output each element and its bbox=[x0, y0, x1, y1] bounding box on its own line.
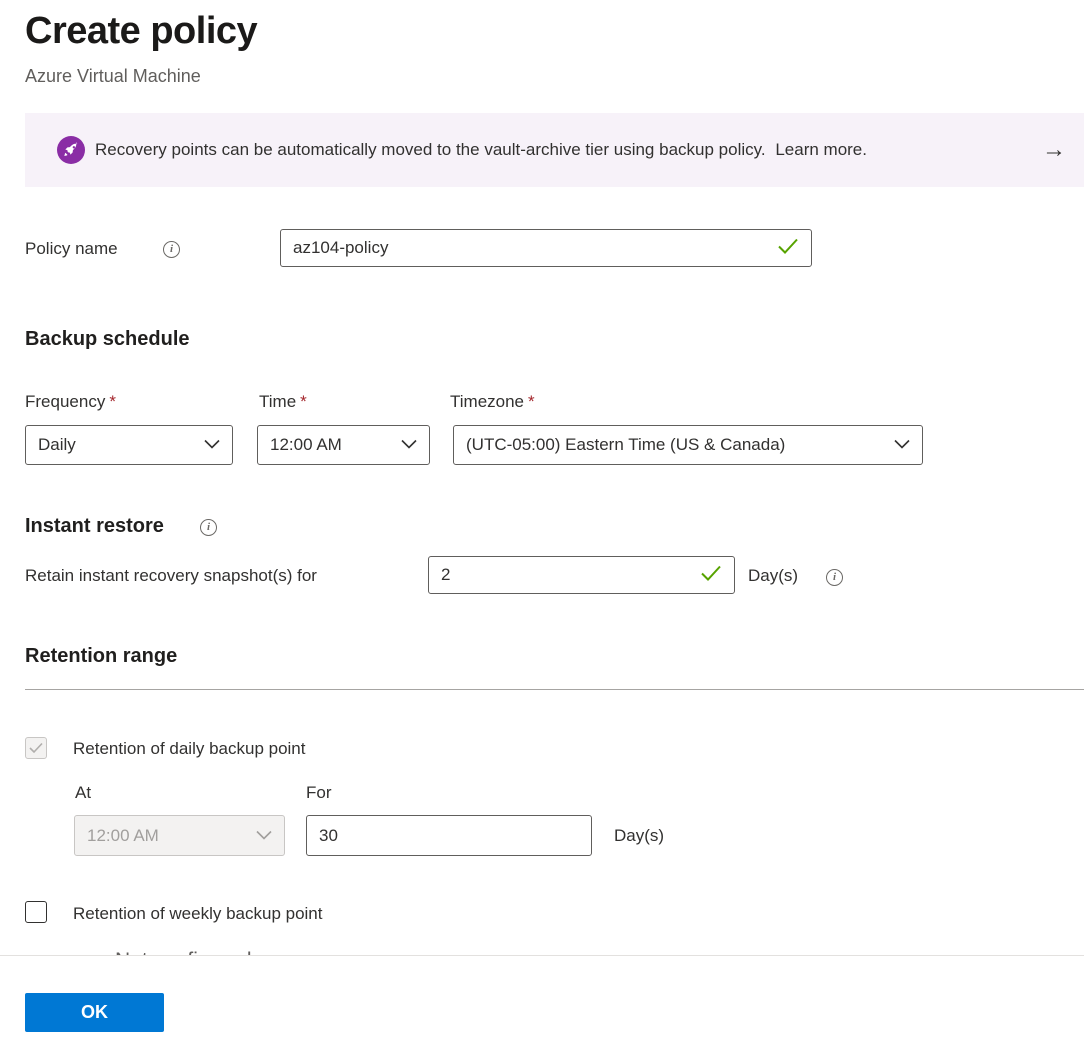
page-subtitle: Azure Virtual Machine bbox=[25, 66, 201, 87]
info-icon[interactable]: i bbox=[163, 241, 180, 258]
section-divider bbox=[25, 689, 1084, 690]
info-icon[interactable]: i bbox=[826, 569, 843, 586]
timezone-label: Timezone* bbox=[450, 392, 535, 412]
valid-check-icon bbox=[777, 237, 799, 260]
arrow-right-icon[interactable]: → bbox=[1042, 138, 1066, 162]
chevron-down-icon bbox=[256, 827, 272, 845]
weekly-retention-checkbox[interactable] bbox=[25, 901, 47, 923]
snapshot-days-field bbox=[428, 556, 735, 594]
create-policy-panel: Create policy Azure Virtual Machine Reco… bbox=[0, 0, 1084, 1040]
check-icon bbox=[29, 742, 43, 754]
required-marker: * bbox=[109, 392, 116, 411]
daily-at-label: At bbox=[75, 783, 91, 803]
footer-bar: OK bbox=[0, 955, 1084, 1040]
chevron-down-icon bbox=[401, 436, 417, 454]
daily-for-label: For bbox=[306, 783, 332, 803]
instant-restore-label: Retain instant recovery snapshot(s) for bbox=[25, 566, 317, 586]
chevron-down-icon bbox=[204, 436, 220, 454]
policy-name-input[interactable] bbox=[293, 238, 769, 258]
snapshot-days-input[interactable] bbox=[441, 565, 692, 585]
page-title: Create policy bbox=[25, 10, 257, 53]
required-marker: * bbox=[300, 392, 307, 411]
learn-more-link[interactable]: Learn more. bbox=[775, 140, 867, 159]
banner-message: Recovery points can be automatically mov… bbox=[95, 140, 1030, 160]
time-label: Time* bbox=[259, 392, 307, 412]
frequency-label: Frequency* bbox=[25, 392, 116, 412]
weekly-retention-label: Retention of weekly backup point bbox=[73, 904, 323, 924]
backup-schedule-heading: Backup schedule bbox=[25, 328, 190, 351]
time-dropdown[interactable]: 12:00 AM bbox=[257, 425, 430, 465]
daily-retention-label: Retention of daily backup point bbox=[73, 739, 306, 759]
timezone-dropdown[interactable]: (UTC-05:00) Eastern Time (US & Canada) bbox=[453, 425, 923, 465]
policy-name-label: Policy name bbox=[25, 239, 118, 259]
daily-for-input[interactable] bbox=[319, 826, 579, 846]
daily-at-dropdown: 12:00 AM bbox=[74, 815, 285, 856]
daily-for-unit: Day(s) bbox=[614, 826, 664, 846]
instant-restore-heading: Instant restore bbox=[25, 515, 164, 538]
info-icon[interactable]: i bbox=[200, 519, 217, 536]
required-marker: * bbox=[528, 392, 535, 411]
ok-button[interactable]: OK bbox=[25, 993, 164, 1032]
retention-range-heading: Retention range bbox=[25, 645, 177, 668]
daily-retention-checkbox bbox=[25, 737, 47, 759]
snapshot-days-unit: Day(s) bbox=[748, 566, 798, 586]
rocket-icon bbox=[57, 136, 85, 164]
chevron-down-icon bbox=[894, 436, 910, 454]
archive-tier-banner: Recovery points can be automatically mov… bbox=[25, 113, 1084, 187]
policy-name-field bbox=[280, 229, 812, 267]
valid-check-icon bbox=[700, 564, 722, 587]
daily-for-field bbox=[306, 815, 592, 856]
frequency-dropdown[interactable]: Daily bbox=[25, 425, 233, 465]
